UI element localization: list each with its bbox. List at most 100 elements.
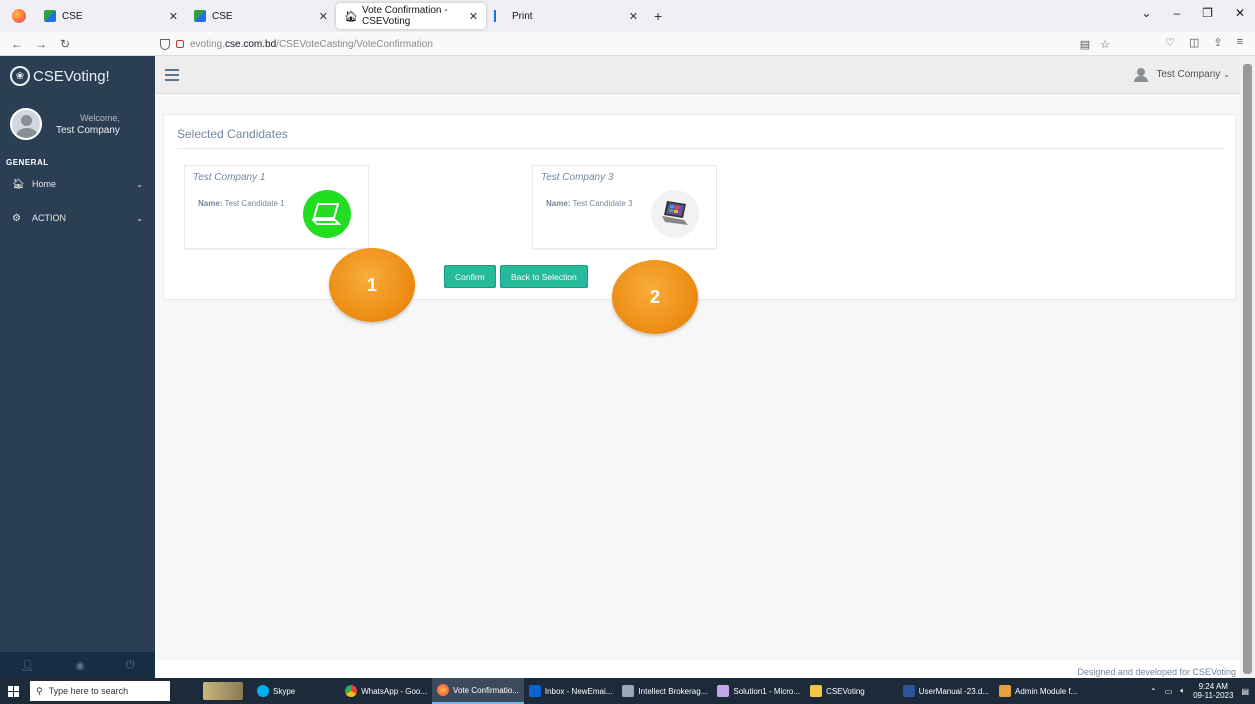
- tracking-shield-icon[interactable]: [160, 38, 170, 50]
- url-actions: ▤ ☆: [1080, 38, 1110, 51]
- cse-favicon-icon: [44, 10, 56, 22]
- forward-arrow-icon[interactable]: →: [34, 37, 48, 51]
- reader-view-icon[interactable]: ▤: [1080, 38, 1090, 51]
- close-icon[interactable]: ✕: [629, 10, 638, 23]
- search-placeholder: Type here to search: [48, 686, 129, 696]
- close-window-icon[interactable]: ✕: [1235, 6, 1245, 20]
- scrollbar-thumb[interactable]: [1243, 64, 1252, 674]
- eye-icon[interactable]: ◉: [75, 659, 85, 672]
- main-content: Selected Candidates Test Company 1 Name:…: [155, 94, 1240, 660]
- taskbar-app-label: UserManual -23.d...: [918, 686, 990, 696]
- taskbar-app-explorer[interactable]: CSEVoting: [805, 678, 870, 704]
- back-to-selection-button[interactable]: Back to Selection: [500, 265, 588, 288]
- user-icon[interactable]: 👤︎: [20, 659, 34, 672]
- taskbar-app-firefox[interactable]: Vote Confirmatio...: [432, 678, 524, 704]
- sidebar-item-action[interactable]: ⚙ ACTION ⌄: [0, 201, 155, 235]
- tab-list-icon[interactable]: ⌄: [1141, 6, 1151, 20]
- divider: [177, 148, 1224, 149]
- taskbar-app-admin-module[interactable]: Admin Module f...: [994, 678, 1082, 704]
- top-user-name: Test Company: [1156, 69, 1221, 80]
- taskbar-app-label: Solution1 - Micro...: [733, 686, 801, 696]
- notification-icon[interactable]: ▤: [1241, 687, 1249, 696]
- document-icon: [999, 685, 1012, 697]
- panel-title: Selected Candidates: [177, 127, 288, 141]
- taskbar-app-label: Vote Confirmatio...: [453, 685, 519, 695]
- chevron-up-icon[interactable]: ⌃: [1150, 687, 1157, 696]
- sidebar-toggle-icon[interactable]: ◫: [1189, 36, 1199, 49]
- confirm-button[interactable]: Confirm: [444, 265, 496, 288]
- folder-icon: [810, 685, 823, 697]
- chevron-down-icon: ⌄: [1223, 70, 1230, 79]
- firefox-icon[interactable]: [12, 9, 26, 23]
- close-icon[interactable]: ✕: [469, 10, 478, 23]
- hamburger-menu-icon[interactable]: [165, 68, 179, 81]
- candidate-name-line: Name: Test Candidate 3: [546, 198, 646, 210]
- speaker-icon[interactable]: 🔈︎: [1180, 686, 1185, 696]
- network-icon[interactable]: ▭: [1165, 687, 1173, 696]
- tab-label: Print: [512, 10, 533, 22]
- home-icon: 🏠︎: [344, 11, 358, 23]
- taskbar-app-outlook[interactable]: Inbox - NewEmai...: [524, 678, 618, 704]
- insecure-lock-icon[interactable]: [176, 40, 184, 48]
- welcome-label: Welcome,: [80, 112, 120, 123]
- back-arrow-icon[interactable]: ←: [10, 37, 24, 51]
- outlook-icon: [528, 685, 541, 697]
- taskbar-app-skype[interactable]: Skype: [252, 678, 300, 704]
- name-label: Name:: [198, 199, 223, 208]
- sidebar: ❀ CSEVoting! Welcome, Test Company GENER…: [0, 56, 155, 678]
- browser-nav-bar: ← → ↻ evoting. cse.com.bd/CSEVoteCasting/…: [0, 32, 1255, 56]
- candidate-company: Test Company 3: [541, 172, 614, 183]
- browser-tab-vote-confirmation[interactable]: 🏠︎ Vote Confirmation - CSEVoting ✕: [336, 3, 486, 29]
- pocket-icon[interactable]: ♡: [1165, 36, 1175, 49]
- user-menu[interactable]: Test Company ⌄: [1134, 67, 1230, 82]
- reload-icon[interactable]: ↻: [58, 37, 72, 51]
- power-icon[interactable]: ⏻: [126, 659, 135, 672]
- sidebar-footer: 👤︎ ◉ ⏻: [0, 652, 155, 678]
- annotation-badge-1: 1: [329, 248, 415, 322]
- new-tab-icon[interactable]: +: [654, 8, 662, 24]
- close-icon[interactable]: ✕: [169, 10, 178, 23]
- tab-label: Vote Confirmation - CSEVoting: [362, 5, 448, 27]
- browser-tab-cse-1[interactable]: CSE ✕: [36, 3, 186, 29]
- menu-icon[interactable]: ≡: [1237, 36, 1243, 49]
- browser-tab-cse-2[interactable]: CSE ✕: [186, 3, 336, 29]
- system-tray: ⌃ ▭ 🔈︎ 9:24 AM 09-11-2023 ▤: [1150, 682, 1249, 700]
- laptop-icon: [303, 190, 351, 238]
- laptop-photo-icon: [651, 190, 699, 238]
- taskbar-clock[interactable]: 9:24 AM 09-11-2023: [1193, 682, 1233, 700]
- selected-candidates-panel: Selected Candidates Test Company 1 Name:…: [163, 114, 1236, 300]
- chevron-down-icon: ⌄: [136, 179, 143, 189]
- taskbar-search[interactable]: ⚲ Type here to search: [30, 681, 170, 701]
- browser-tab-bar: CSE ✕ CSE ✕ 🏠︎ Vote Confirmation - CSEVo…: [0, 0, 1255, 32]
- candidate-card: Test Company 3 Name: Test Candidate 3: [532, 165, 717, 249]
- tab-label: CSE: [62, 10, 83, 22]
- home-icon: 🏠︎: [12, 178, 25, 190]
- taskbar-app-visual-studio[interactable]: Solution1 - Micro...: [712, 678, 805, 704]
- close-icon[interactable]: ✕: [319, 10, 328, 23]
- minimize-icon[interactable]: –: [1173, 6, 1180, 20]
- print-favicon-icon: [494, 10, 506, 22]
- name-label: Name:: [546, 199, 571, 208]
- restore-icon[interactable]: ❐: [1202, 6, 1213, 20]
- browser-tab-print[interactable]: Print ✕: [486, 3, 646, 29]
- url-bar[interactable]: evoting. cse.com.bd/CSEVoteCasting/VoteCo…: [160, 34, 1250, 54]
- firefox-icon: [437, 684, 450, 696]
- annotation-badge-2: 2: [612, 260, 698, 334]
- candidate-name-line: Name: Test Candidate 1: [198, 198, 298, 210]
- word-icon: [902, 685, 915, 697]
- bookmark-star-icon[interactable]: ☆: [1100, 38, 1110, 51]
- chrome-icon: [345, 685, 358, 697]
- sidebar-item-label: Home: [32, 179, 57, 189]
- clock-date: 09-11-2023: [1193, 691, 1234, 700]
- url-prefix: evoting.: [190, 38, 226, 50]
- sidebar-item-home[interactable]: 🏠︎ Home ⌄: [0, 167, 155, 201]
- taskbar-app-intellect[interactable]: Intellect Brokerag...: [617, 678, 712, 704]
- taskbar-app-whatsapp[interactable]: WhatsApp - Goo...: [340, 678, 432, 704]
- windows-start-icon[interactable]: [0, 678, 26, 704]
- share-icon[interactable]: ⇪: [1213, 36, 1222, 49]
- brand-logo[interactable]: ❀ CSEVoting!: [0, 56, 155, 96]
- url-domain: cse.com.bd: [225, 38, 277, 50]
- taskbar-app-word[interactable]: UserManual -23.d...: [898, 678, 994, 704]
- taskbar-widget-icon[interactable]: [198, 678, 252, 704]
- candidate-name: Test Candidate 3: [572, 199, 633, 208]
